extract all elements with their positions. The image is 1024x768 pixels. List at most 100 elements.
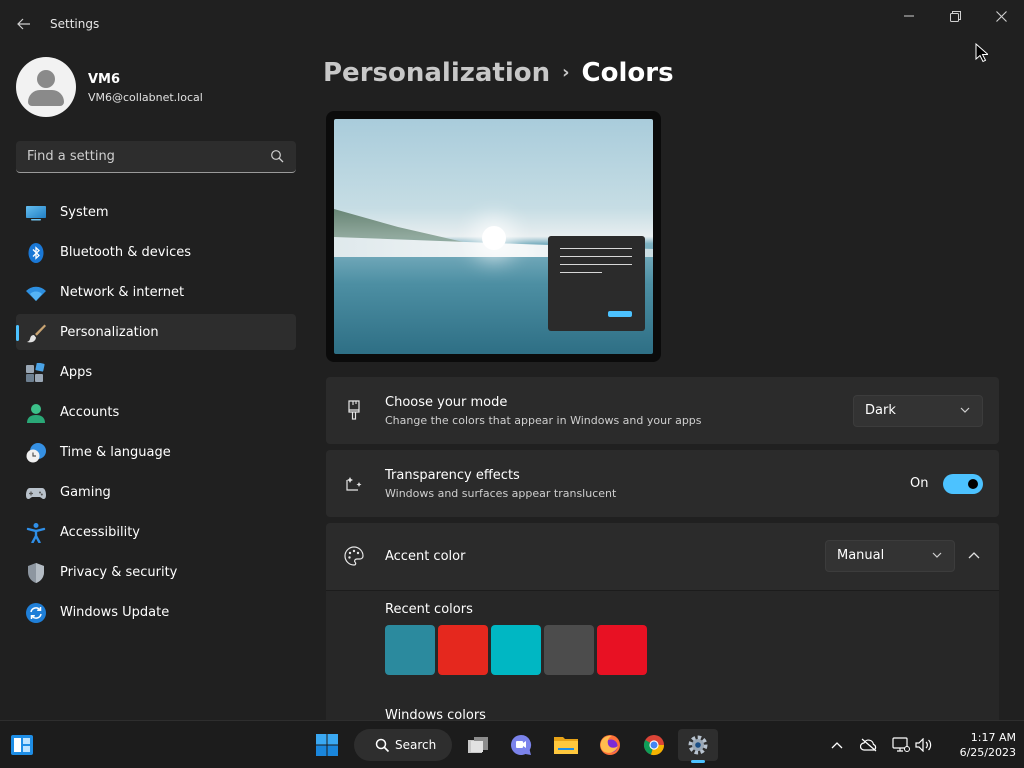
taskbar: Search 1:17 AM 6/25/2023 [0,720,1024,768]
sidebar-item-label: Accessibility [60,525,140,540]
mode-dropdown[interactable]: Dark [853,395,983,427]
color-swatch[interactable] [544,625,594,675]
sidebar-item-label: System [60,205,109,220]
sidebar-item-privacy[interactable]: Privacy & security [16,554,296,590]
preview-line [560,272,602,273]
minimize-button[interactable] [886,0,932,32]
transparency-state-label: On [910,476,929,491]
shield-icon [28,563,44,583]
sidebar-item-gaming[interactable]: Gaming [16,474,296,510]
clock-time: 1:17 AM [970,731,1016,744]
volume-button[interactable] [914,735,934,755]
chevron-up-icon[interactable] [968,551,980,559]
avatar-body [28,90,64,106]
minimize-icon [904,15,914,17]
transparency-toggle[interactable] [943,474,983,494]
search-icon [375,738,390,753]
chrome-button[interactable] [634,729,674,761]
chevron-down-icon [932,552,942,558]
mode-card: Choose your mode Change the colors that … [326,377,999,444]
chevron-down-icon [960,407,970,413]
apps-icon [26,363,45,382]
firefox-icon [600,735,620,755]
back-button[interactable] [10,10,38,38]
file-explorer-icon [554,737,578,754]
chrome-icon [643,735,665,756]
volume-icon [915,738,932,752]
person-icon [27,404,45,423]
sidebar-item-label: Gaming [60,485,111,500]
update-icon [26,603,46,623]
avatar[interactable] [16,57,76,117]
preview-sun [482,226,506,250]
search-placeholder: Find a setting [27,149,115,164]
taskbar-clock[interactable]: 1:17 AM 6/25/2023 [940,730,1016,760]
bluetooth-icon [28,243,44,263]
recent-colors [385,625,647,675]
settings-taskbar-button[interactable] [678,729,718,763]
close-icon [995,10,1007,22]
sidebar-item-time-language[interactable]: Time & language [16,434,296,470]
sidebar-item-bluetooth[interactable]: Bluetooth & devices [16,234,296,270]
wifi-icon [26,286,46,301]
transparency-title: Transparency effects [385,468,520,483]
sidebar-item-personalization[interactable]: Personalization [16,314,296,350]
settings-icon [688,735,708,755]
system-icon [26,206,46,221]
preview-window [548,236,645,331]
sidebar-item-apps[interactable]: Apps [16,354,296,390]
toggle-knob [968,479,978,489]
firefox-button[interactable] [590,729,630,761]
sidebar-item-label: Time & language [60,445,171,460]
accent-dropdown[interactable]: Manual [825,540,955,572]
sidebar-item-accounts[interactable]: Accounts [16,394,296,430]
onedrive-button[interactable] [859,735,879,755]
mouse-cursor [975,43,988,63]
breadcrumb-parent[interactable]: Personalization [323,58,550,88]
task-view-button[interactable] [458,729,498,761]
network-button[interactable] [891,735,911,755]
sidebar-nav: System Bluetooth & devices Network & int… [16,194,296,634]
task-view-icon [468,737,488,753]
preview-line [560,248,632,249]
title-bar: Settings [0,0,1024,48]
back-arrow-icon [17,18,30,30]
clock-date: 6/25/2023 [959,746,1016,759]
sidebar-item-windows-update[interactable]: Windows Update [16,594,296,630]
accent-card[interactable]: Accent color Manual [326,523,999,590]
preview-line [560,256,632,257]
paint-brush-icon [348,400,360,420]
search-input[interactable]: Find a setting [16,141,296,173]
start-icon [316,734,338,756]
color-swatch[interactable] [385,625,435,675]
user-name: VM6 [88,72,121,87]
color-swatch[interactable] [597,625,647,675]
breadcrumb: Personalization › Colors [323,58,674,88]
user-email: VM6@collabnet.local [88,91,203,104]
sidebar-item-system[interactable]: System [16,194,296,230]
chat-button[interactable] [501,729,541,761]
sidebar-item-accessibility[interactable]: Accessibility [16,514,296,550]
show-hidden-icons-button[interactable] [827,735,847,755]
color-swatch[interactable] [491,625,541,675]
accessibility-icon [26,523,46,543]
sidebar-item-label: Privacy & security [60,565,178,580]
sidebar-item-label: Network & internet [60,285,185,300]
color-swatch[interactable] [438,625,488,675]
taskbar-search-button[interactable]: Search [354,729,452,761]
chevron-up-icon [831,742,843,749]
file-explorer-button[interactable] [546,729,586,761]
accent-dropdown-value: Manual [837,548,885,563]
restore-button[interactable] [932,0,978,32]
widgets-button[interactable] [2,729,42,761]
widgets-icon [11,735,33,755]
transparency-card: Transparency effects Windows and surface… [326,450,999,517]
start-button[interactable] [307,729,347,761]
restore-icon [949,10,961,22]
sidebar-item-network[interactable]: Network & internet [16,274,296,310]
teams-chat-icon [511,734,532,755]
network-icon [892,737,910,752]
palette-icon [344,546,364,566]
close-button[interactable] [978,0,1024,32]
preview-accent-button [608,311,632,317]
